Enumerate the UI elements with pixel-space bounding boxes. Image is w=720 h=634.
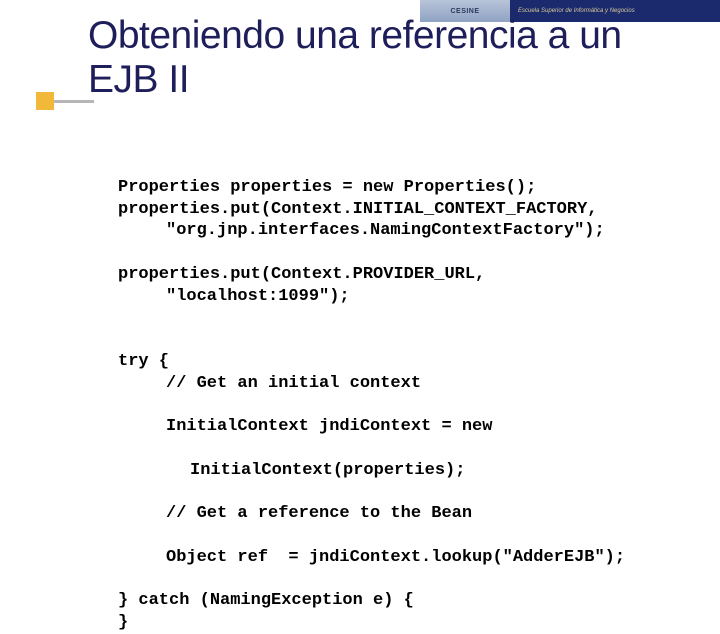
- code-line: properties.put(Context.INITIAL_CONTEXT_F…: [118, 200, 597, 219]
- code-line: try {: [118, 352, 169, 371]
- code-line: } catch (NamingException e) {: [118, 591, 414, 610]
- code-line: // Get a reference to the Bean: [118, 503, 680, 525]
- code-line: Properties properties = new Properties()…: [118, 178, 536, 197]
- title-block: Obteniendo una referencia a un EJB II: [88, 14, 690, 101]
- code-line: InitialContext(properties);: [118, 460, 680, 482]
- code-line: InitialContext jndiContext = new: [118, 416, 680, 438]
- code-line: Object ref = jndiContext.lookup("AdderEJ…: [118, 547, 680, 569]
- code-line: properties.put(Context.PROVIDER_URL,: [118, 265, 485, 284]
- code-block: Properties properties = new Properties()…: [118, 155, 680, 634]
- accent-square: [36, 92, 54, 110]
- accent-graphic: [36, 86, 94, 134]
- code-line: }: [118, 613, 128, 632]
- code-line: "localhost:1099");: [118, 286, 680, 308]
- code-line: "org.jnp.interfaces.NamingContextFactory…: [118, 220, 680, 242]
- slide-title: Obteniendo una referencia a un EJB II: [88, 14, 690, 101]
- code-line: // Get an initial context: [118, 373, 680, 395]
